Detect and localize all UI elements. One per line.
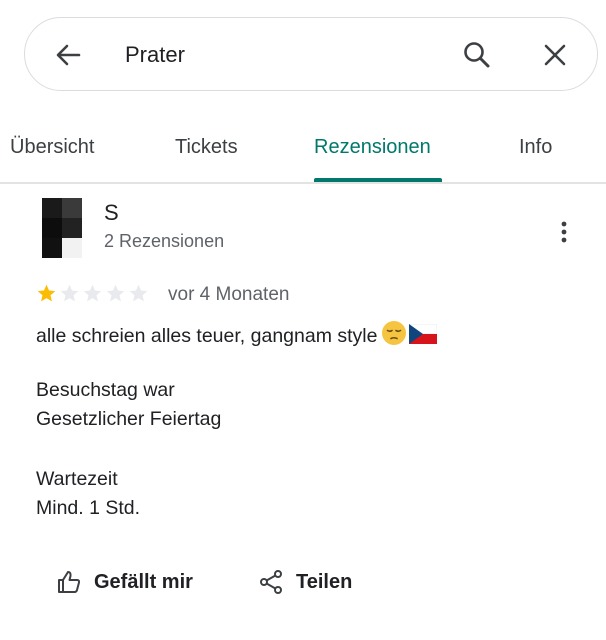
search-icon[interactable]	[461, 39, 493, 71]
review-text: alle schreien alles teuer, gangnam style	[36, 320, 438, 348]
wait-time-label: Wartezeit	[36, 468, 118, 490]
tab-tickets[interactable]: Tickets	[175, 136, 238, 159]
review-time: vor 4 Monaten	[168, 284, 290, 305]
more-options-icon[interactable]	[554, 218, 574, 246]
tab-bar: Übersicht Tickets Rezensionen Info	[0, 120, 606, 184]
search-bar[interactable]: Prater	[24, 17, 598, 91]
tab-reviews[interactable]: Rezensionen	[314, 136, 431, 159]
star-empty-icon	[129, 284, 148, 302]
czech-flag-emoji	[409, 324, 438, 344]
wait-time-value: Mind. 1 Std.	[36, 497, 141, 519]
like-button-label: Gefällt mir	[94, 570, 193, 593]
star-empty-icon	[60, 284, 79, 302]
pensive-face-emoji	[382, 321, 407, 345]
tab-info[interactable]: Info	[519, 136, 552, 159]
tab-overview[interactable]: Übersicht	[10, 136, 94, 159]
star-rating	[36, 283, 149, 304]
visit-day-label: Besuchstag war	[36, 379, 175, 401]
close-icon[interactable]	[540, 40, 570, 70]
share-button[interactable]: Teilen	[258, 565, 352, 599]
share-button-label: Teilen	[296, 570, 353, 593]
reviewer-name[interactable]: S	[104, 200, 119, 226]
share-icon	[260, 570, 282, 594]
search-input[interactable]: Prater	[125, 42, 185, 68]
star-empty-icon	[83, 284, 102, 302]
active-tab-indicator	[314, 178, 442, 182]
thumbs-up-icon	[58, 571, 81, 593]
like-button[interactable]: Gefällt mir	[56, 565, 193, 599]
avatar[interactable]	[42, 198, 82, 258]
star-filled-icon	[37, 284, 56, 302]
visit-day-value: Gesetzlicher Feiertag	[36, 408, 222, 430]
star-empty-icon	[106, 284, 125, 302]
back-arrow-icon[interactable]	[53, 40, 83, 70]
review-text-content: alle schreien alles teuer, gangnam style	[36, 325, 378, 347]
reviewer-review-count[interactable]: 2 Rezensionen	[104, 231, 224, 252]
